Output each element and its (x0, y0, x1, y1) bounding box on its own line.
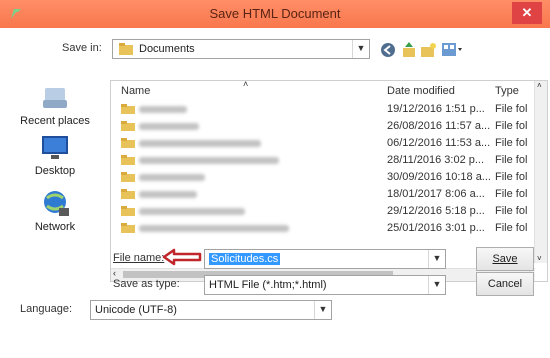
file-row[interactable]: 06/12/2016 11:53 a... File fol (111, 135, 547, 152)
folder-icon (121, 104, 135, 114)
chevron-down-icon[interactable]: ▼ (352, 40, 369, 58)
close-button[interactable]: ✕ (512, 2, 542, 24)
file-date: 19/12/2016 1:51 p... (387, 103, 485, 115)
scroll-down-icon[interactable]: ˅ (537, 254, 542, 263)
file-type: File fol (495, 120, 528, 132)
file-type: File fol (495, 103, 528, 115)
file-type: File fol (495, 188, 528, 200)
chevron-down-icon[interactable]: ▼ (428, 250, 445, 268)
save-in-combo[interactable]: Documents ▼ (112, 39, 370, 59)
folder-icon (121, 189, 135, 199)
file-name-label: File name: (113, 252, 165, 264)
file-name-redacted (139, 106, 187, 113)
scroll-up-icon[interactable]: ˄ (537, 81, 542, 90)
file-date: 26/08/2016 11:57 a... (387, 120, 491, 132)
back-icon[interactable] (380, 42, 396, 58)
folder-icon (119, 43, 133, 55)
file-date: 30/09/2016 10:18 a... (387, 171, 491, 183)
save-in-label: Save in: (62, 42, 102, 54)
view-menu-icon[interactable] (442, 42, 464, 58)
places-bar: Recent places Desktop Network (10, 84, 100, 274)
file-type: File fol (495, 137, 528, 149)
new-folder-icon[interactable] (420, 42, 436, 58)
recent-places-icon (43, 88, 67, 108)
folder-icon (121, 121, 135, 131)
file-name-value: Solicitudes.cs (209, 253, 281, 265)
file-date: 06/12/2016 11:53 a... (387, 137, 491, 149)
place-desktop[interactable]: Desktop (10, 134, 100, 177)
file-row[interactable]: 26/08/2016 11:57 a... File fol (111, 118, 547, 135)
red-arrow-icon (162, 248, 202, 266)
cancel-button[interactable]: Cancel (476, 272, 534, 296)
file-type: File fol (495, 154, 528, 166)
place-label: Recent places (20, 115, 90, 127)
place-recent-places[interactable]: Recent places (10, 84, 100, 127)
folder-icon (121, 172, 135, 182)
column-date[interactable]: Date modified (387, 85, 455, 97)
file-row[interactable]: 28/11/2016 3:02 p... File fol (111, 152, 547, 169)
chevron-down-icon[interactable]: ▼ (428, 276, 445, 294)
desktop-icon (42, 136, 68, 159)
save-in-value: Documents (139, 43, 195, 55)
file-type: File fol (495, 171, 528, 183)
file-row[interactable]: 19/12/2016 1:51 p... File fol (111, 101, 547, 118)
sort-up-icon: ˄ (243, 80, 249, 89)
window-title: Save HTML Document (209, 6, 341, 21)
language-select[interactable]: Unicode (UTF-8) ▼ (90, 300, 332, 320)
file-date: 25/01/2016 3:01 p... (387, 222, 485, 234)
file-name-input[interactable]: Solicitudes.cs ▼ (204, 249, 446, 269)
file-date: 18/01/2017 8:06 a... (387, 188, 485, 200)
place-label: Desktop (34, 165, 76, 177)
column-name[interactable]: Name (121, 85, 150, 97)
file-name-redacted (139, 225, 289, 232)
file-name-value-wrap: Solicitudes.cs (209, 250, 281, 268)
network-icon (44, 191, 69, 216)
scroll-left-icon[interactable]: ‹ (113, 268, 116, 278)
save-as-type-select[interactable]: HTML File (*.htm;*.html) ▼ (204, 275, 446, 295)
file-name-redacted (139, 157, 279, 164)
chevron-down-icon[interactable]: ▼ (314, 301, 331, 319)
file-type: File fol (495, 222, 528, 234)
save-as-type-value: HTML File (*.htm;*.html) (209, 279, 327, 291)
file-row[interactable]: 30/09/2016 10:18 a... File fol (111, 169, 547, 186)
file-date: 29/12/2016 5:18 p... (387, 205, 485, 217)
vertical-scrollbar[interactable]: ˄ ˅ (534, 81, 547, 263)
save-button-label: Save (492, 253, 518, 265)
folder-icon (121, 206, 135, 216)
file-type: File fol (495, 205, 528, 217)
file-list-header: Name ˄ Date modified Type (111, 81, 547, 99)
place-label: Network (34, 221, 76, 233)
folder-icon (121, 223, 135, 233)
file-row[interactable]: 29/12/2016 5:18 p... File fol (111, 203, 547, 220)
file-name-redacted (139, 140, 261, 147)
save-button[interactable]: Save (476, 247, 534, 271)
save-as-type-label: Save as type: (113, 278, 180, 290)
column-type[interactable]: Type (495, 85, 519, 97)
file-name-redacted (139, 123, 199, 130)
language-label: Language: (20, 303, 72, 315)
file-row[interactable]: 18/01/2017 8:06 a... File fol (111, 186, 547, 203)
language-value: Unicode (UTF-8) (95, 304, 177, 316)
place-network[interactable]: Network (10, 188, 100, 233)
title-bar[interactable]: Save HTML Document ✕ (0, 0, 550, 29)
file-name-redacted (139, 208, 245, 215)
dialog-body: Save in: Documents ▼ Recent places Deskt… (0, 28, 550, 358)
file-row[interactable]: 25/01/2016 3:01 p... File fol (111, 220, 547, 237)
file-name-redacted (139, 191, 197, 198)
folder-icon (121, 155, 135, 165)
file-date: 28/11/2016 3:02 p... (387, 154, 485, 166)
folder-icon (121, 138, 135, 148)
up-folder-icon[interactable] (402, 42, 416, 58)
file-name-redacted (139, 174, 205, 181)
